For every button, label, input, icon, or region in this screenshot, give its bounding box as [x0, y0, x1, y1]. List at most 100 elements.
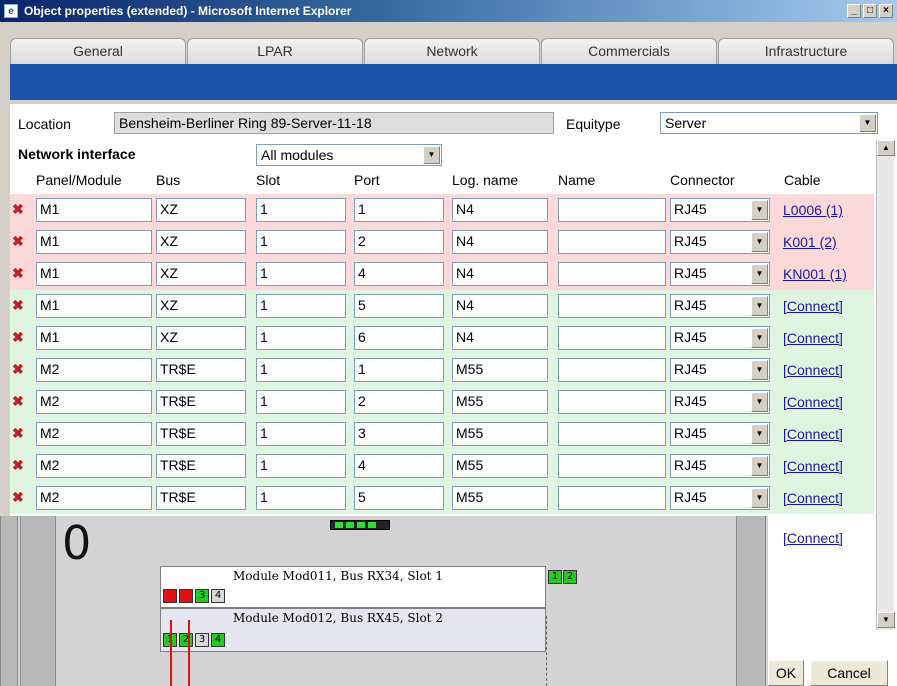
cancel-button[interactable]: Cancel — [810, 660, 888, 686]
delete-icon[interactable]: ✖ — [12, 202, 24, 216]
bus-input[interactable]: XZ — [156, 294, 246, 318]
panel-module-input[interactable]: M1 — [36, 262, 152, 286]
bus-input[interactable]: TR$E — [156, 358, 246, 382]
delete-icon[interactable]: ✖ — [12, 362, 24, 376]
port[interactable]: 1 — [548, 570, 562, 584]
cable-link[interactable]: [Connect] — [783, 330, 843, 346]
port-input[interactable]: 3 — [354, 422, 444, 446]
bus-input[interactable]: TR$E — [156, 486, 246, 510]
chevron-down-icon[interactable]: ▼ — [751, 200, 768, 220]
delete-icon[interactable]: ✖ — [12, 458, 24, 472]
log-name-input[interactable]: N4 — [452, 198, 548, 222]
close-button[interactable]: × — [879, 4, 893, 18]
connector-select[interactable]: RJ45 ▼ — [670, 326, 770, 350]
connector-select[interactable]: RJ45 ▼ — [670, 422, 770, 446]
chevron-down-icon[interactable]: ▼ — [751, 264, 768, 284]
ok-button[interactable]: OK — [768, 660, 804, 686]
cable-link[interactable]: KN001 (1) — [783, 266, 847, 282]
port-input[interactable]: 4 — [354, 454, 444, 478]
cable-link[interactable]: [Connect] — [783, 394, 843, 410]
panel-module-input[interactable]: M1 — [36, 326, 152, 350]
log-name-input[interactable]: N4 — [452, 326, 548, 350]
name-input[interactable] — [558, 294, 666, 318]
bus-input[interactable]: XZ — [156, 198, 246, 222]
port-input[interactable]: 2 — [354, 390, 444, 414]
tab-commercials[interactable]: Commercials — [541, 38, 717, 64]
name-input[interactable] — [558, 390, 666, 414]
log-name-input[interactable]: M55 — [452, 390, 548, 414]
cable-link[interactable]: K001 (2) — [783, 234, 837, 250]
connector-select[interactable]: RJ45 ▼ — [670, 230, 770, 254]
log-name-input[interactable]: N4 — [452, 230, 548, 254]
bus-input[interactable]: TR$E — [156, 390, 246, 414]
cable-link[interactable]: [Connect] — [783, 362, 843, 378]
maximize-button[interactable]: □ — [863, 4, 877, 18]
chevron-down-icon[interactable]: ▼ — [751, 488, 768, 508]
cable-link[interactable]: L0006 (1) — [783, 202, 843, 218]
tab-general[interactable]: General — [10, 38, 186, 64]
chevron-down-icon[interactable]: ▼ — [751, 392, 768, 412]
panel-module-input[interactable]: M2 — [36, 422, 152, 446]
connector-select[interactable]: RJ45 ▼ — [670, 390, 770, 414]
cable-link[interactable]: [Connect] — [783, 298, 843, 314]
tab-lpar[interactable]: LPAR — [187, 38, 363, 64]
chevron-down-icon[interactable]: ▼ — [423, 146, 440, 164]
vertical-scrollbar[interactable]: ▲ ▼ — [876, 140, 895, 630]
port-input[interactable]: 1 — [354, 358, 444, 382]
slot-input[interactable]: 1 — [256, 422, 346, 446]
log-name-input[interactable]: M55 — [452, 422, 548, 446]
module-2[interactable]: Module Mod012, Bus RX45, Slot 2 1 2 3 4 — [160, 608, 546, 652]
log-name-input[interactable]: M55 — [452, 454, 548, 478]
port[interactable]: 2 — [179, 589, 193, 603]
delete-icon[interactable]: ✖ — [12, 426, 24, 440]
cable-link[interactable]: [Connect] — [783, 490, 843, 506]
cable-link[interactable]: [Connect] — [783, 458, 843, 474]
port-input[interactable]: 1 — [354, 198, 444, 222]
panel-module-input[interactable]: M2 — [36, 390, 152, 414]
connector-select[interactable]: RJ45 ▼ — [670, 262, 770, 286]
name-input[interactable] — [558, 262, 666, 286]
bus-input[interactable]: XZ — [156, 326, 246, 350]
name-input[interactable] — [558, 422, 666, 446]
connector-select[interactable]: RJ45 ▼ — [670, 454, 770, 478]
port[interactable]: 3 — [195, 589, 209, 603]
slot-input[interactable]: 1 — [256, 198, 346, 222]
port-input[interactable]: 4 — [354, 262, 444, 286]
connector-select[interactable]: RJ45 ▼ — [670, 486, 770, 510]
slot-input[interactable]: 1 — [256, 358, 346, 382]
tab-infrastructure[interactable]: Infrastructure — [718, 38, 894, 64]
bus-input[interactable]: TR$E — [156, 422, 246, 446]
delete-icon[interactable]: ✖ — [12, 330, 24, 344]
port[interactable]: 1 — [163, 589, 177, 603]
connector-select[interactable]: RJ45 ▼ — [670, 198, 770, 222]
chevron-down-icon[interactable]: ▼ — [751, 232, 768, 252]
chevron-down-icon[interactable]: ▼ — [859, 114, 876, 132]
slot-input[interactable]: 1 — [256, 230, 346, 254]
panel-module-input[interactable]: M2 — [36, 358, 152, 382]
name-input[interactable] — [558, 486, 666, 510]
port-input[interactable]: 5 — [354, 486, 444, 510]
slot-input[interactable]: 1 — [256, 454, 346, 478]
cable-link[interactable]: [Connect] — [783, 426, 843, 442]
slot-input[interactable]: 1 — [256, 294, 346, 318]
chevron-down-icon[interactable]: ▼ — [751, 328, 768, 348]
panel-module-input[interactable]: M1 — [36, 230, 152, 254]
equitype-select[interactable]: Server ▼ — [660, 112, 878, 134]
name-input[interactable] — [558, 198, 666, 222]
slot-input[interactable]: 1 — [256, 390, 346, 414]
port[interactable]: 4 — [211, 633, 225, 647]
slot-input[interactable]: 1 — [256, 262, 346, 286]
extra-connect-link[interactable]: [Connect] — [783, 530, 843, 546]
bus-input[interactable]: XZ — [156, 262, 246, 286]
module-1[interactable]: Module Mod011, Bus RX34, Slot 1 1 2 3 4 — [160, 566, 546, 608]
log-name-input[interactable]: M55 — [452, 358, 548, 382]
delete-icon[interactable]: ✖ — [12, 298, 24, 312]
delete-icon[interactable]: ✖ — [12, 490, 24, 504]
slot-input[interactable]: 1 — [256, 326, 346, 350]
bus-input[interactable]: TR$E — [156, 454, 246, 478]
log-name-input[interactable]: N4 — [452, 294, 548, 318]
chevron-down-icon[interactable]: ▼ — [751, 424, 768, 444]
minimize-button[interactable]: _ — [847, 4, 861, 18]
connector-select[interactable]: RJ45 ▼ — [670, 294, 770, 318]
tab-network[interactable]: Network — [364, 38, 540, 64]
